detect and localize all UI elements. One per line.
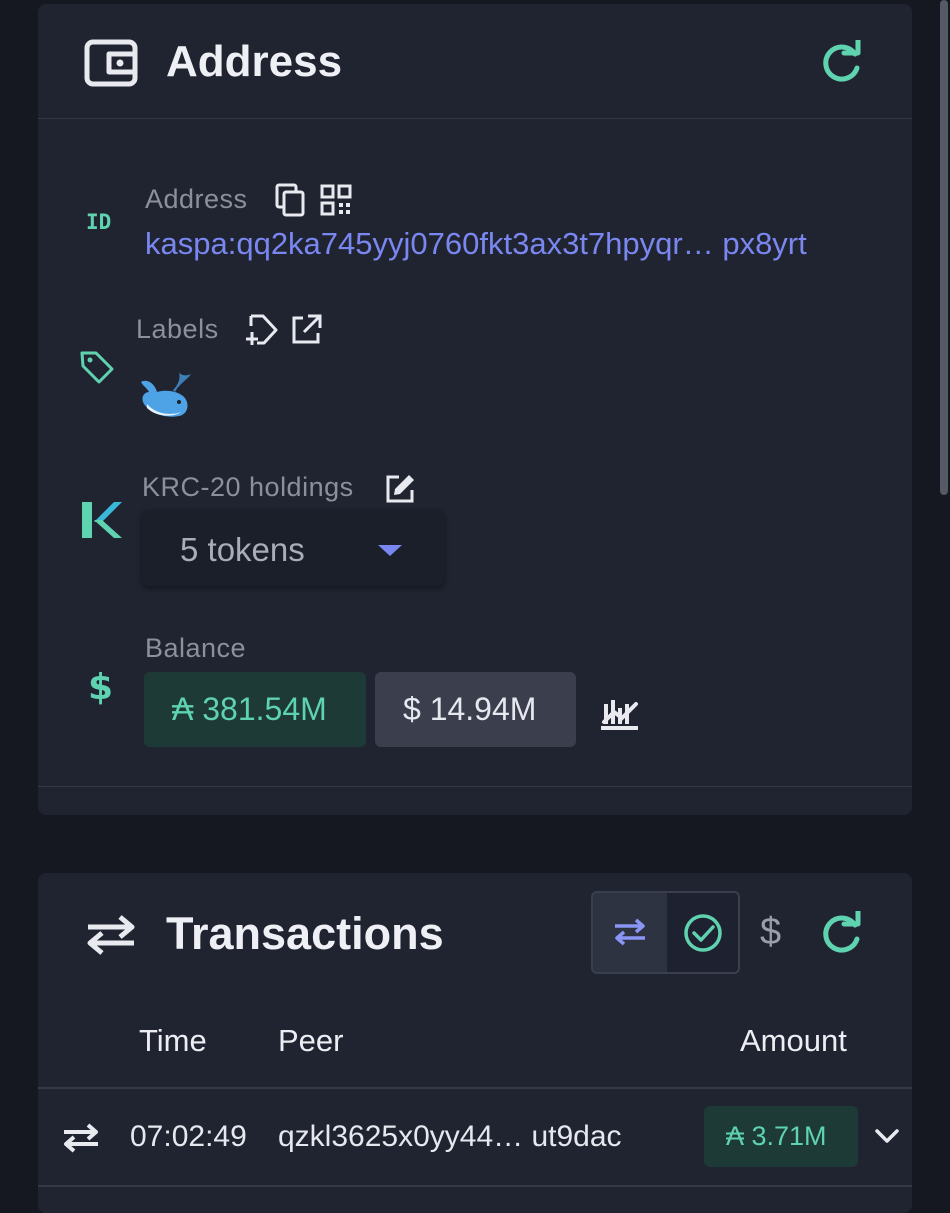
svg-text:ID: ID [86,210,111,234]
tx-time: 07:02:49 [130,1120,247,1153]
accepted-tx-toggle[interactable] [667,893,738,972]
card-divider [38,786,912,787]
wallet-icon [84,39,138,87]
address-card: Address ID Address kaspa:qq2ka745yyj0760… [38,4,912,815]
transfer-arrows-icon [87,915,135,955]
dropdown-selected-value: 5 tokens [180,531,305,568]
tag-icon [80,351,114,384]
k-logo-icon [82,502,122,538]
scrollbar[interactable] [938,0,950,1200]
krc20-token-dropdown[interactable]: 5 tokens [142,510,444,586]
edit-icon[interactable] [382,471,418,507]
id-icon: ID [86,210,111,234]
column-header-time: Time [139,1023,207,1058]
scrollbar-thumb[interactable] [940,0,948,495]
address-card-header: Address [38,4,912,119]
dollar-icon: $ [88,667,113,706]
refresh-icon[interactable] [818,911,864,957]
balance-label: Balance [145,633,247,663]
chart-icon[interactable] [598,692,642,732]
qr-code-icon[interactable] [318,182,354,218]
column-header-amount: Amount [740,1023,847,1058]
external-link-icon[interactable] [288,312,324,348]
check-circle-icon [684,914,722,952]
row-divider [38,1185,912,1187]
usd-balance: $ 14.94M [375,672,576,747]
krc20-label: KRC-20 holdings [142,472,354,502]
currency-toggle-button[interactable]: $ [760,909,781,955]
address-value[interactable]: kaspa:qq2ka745yyj0760fkt3ax3t7hpyqr… px8… [145,224,807,264]
add-label-icon[interactable] [243,312,279,348]
copy-icon[interactable] [273,182,309,218]
tx-peer[interactable]: qzkl3625x0yy44… ut9dac [278,1117,622,1157]
labels-label: Labels [136,314,219,344]
transfer-arrows-icon [64,1123,98,1153]
kas-balance: ₳ 381.54M [144,672,366,747]
tx-filter-toggle [591,891,740,974]
all-tx-toggle[interactable] [593,893,667,972]
tx-amount: ₳ 3.71M [704,1106,858,1167]
transactions-card: Transactions $ Time Peer Amount 07:02:49… [38,873,912,1213]
svg-text:$: $ [88,667,113,706]
column-header-peer: Peer [278,1023,344,1058]
table-row[interactable]: 07:02:49 qzkl3625x0yy44… ut9dac ₳ 3.71M [38,1089,912,1185]
address-label: Address [145,184,248,214]
whale-emoji [141,372,191,417]
chevron-down-icon[interactable] [874,1127,900,1145]
caret-down-icon [378,545,402,556]
page-title: Address [166,37,343,86]
transactions-title: Transactions [166,908,444,959]
refresh-icon[interactable] [818,40,864,86]
swap-arrows-icon [615,918,645,946]
